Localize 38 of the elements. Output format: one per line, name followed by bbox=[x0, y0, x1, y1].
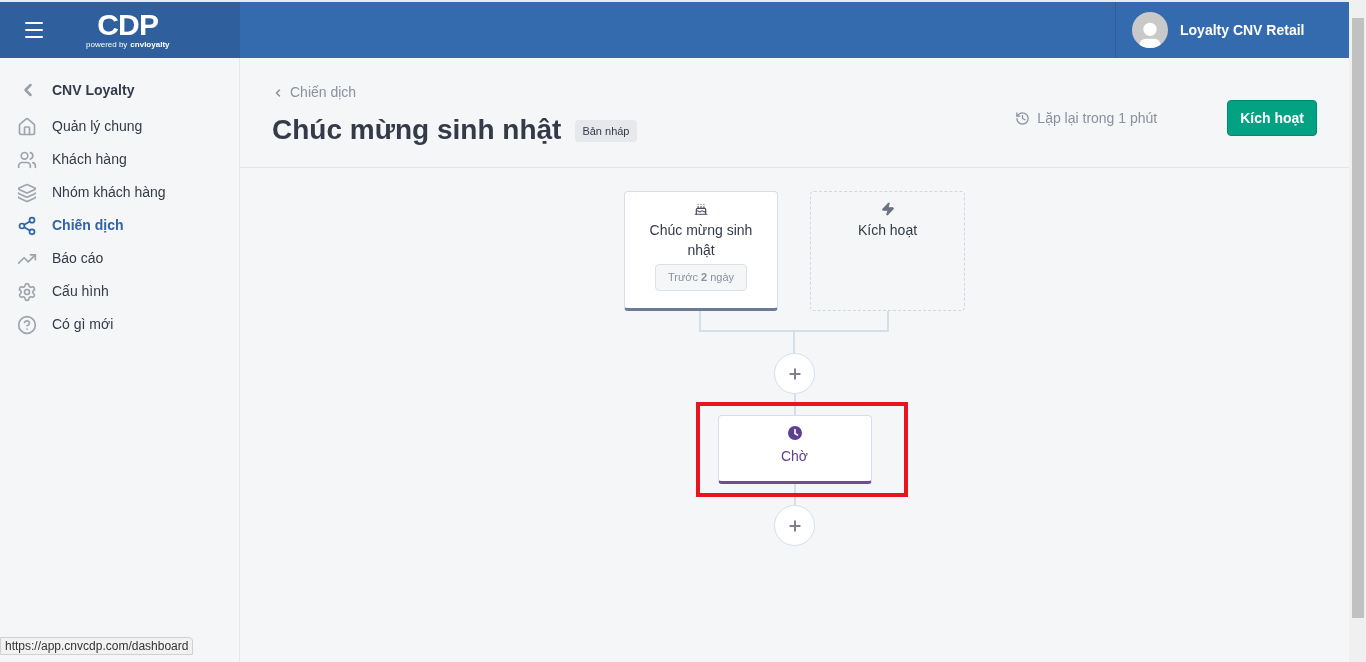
cake-icon bbox=[694, 202, 708, 216]
sidebar-title: CNV Loyalty bbox=[52, 80, 135, 100]
plus-icon bbox=[786, 365, 803, 382]
people-icon bbox=[17, 149, 37, 170]
house-icon bbox=[17, 116, 37, 137]
condition-tag: Trước 2 ngày bbox=[654, 264, 748, 291]
sidebar-item[interactable]: Quản lý chung bbox=[0, 110, 239, 143]
avatar[interactable] bbox=[1132, 12, 1168, 48]
autosave-text: Lặp lại trong 1 phút bbox=[1037, 108, 1158, 128]
user-name[interactable]: Loyalty CNV Retail bbox=[1180, 19, 1305, 41]
status-url: https://app.cnvcdp.com/dashboard bbox=[0, 637, 194, 655]
trigger-title: Chúc mừng sinh nhật bbox=[648, 221, 754, 260]
add-step-button[interactable] bbox=[774, 505, 815, 546]
sidebar-item[interactable]: Cấu hình bbox=[0, 275, 239, 308]
trigger-card[interactable]: Chúc mừng sinh nhật Trước 2 ngày bbox=[624, 191, 778, 311]
logo-brand: cnvloyalty bbox=[130, 40, 170, 50]
logo-text: CDP bbox=[97, 10, 159, 40]
logo-tagline: powered by bbox=[86, 40, 128, 50]
sidebar-item[interactable]: Báo cáo bbox=[0, 242, 239, 275]
lightning-icon bbox=[880, 202, 895, 216]
wait-step-card[interactable]: Chờ bbox=[717, 415, 872, 484]
sidebar-item[interactable]: Khách hàng bbox=[0, 143, 239, 176]
sidebar-item[interactable]: Chiến dịch bbox=[0, 209, 239, 242]
gear-icon bbox=[17, 281, 37, 302]
clock-icon bbox=[787, 426, 802, 440]
status-badge: Bản nháp bbox=[575, 119, 637, 143]
trigger-placeholder[interactable]: Kích hoạt bbox=[810, 191, 965, 311]
add-step-button[interactable] bbox=[774, 353, 815, 394]
page-title: Chúc mừng sinh nhật bbox=[272, 113, 562, 147]
share-icon bbox=[17, 215, 37, 236]
step-title: Chờ bbox=[780, 447, 809, 466]
sidebar-item[interactable]: Có gì mới bbox=[0, 308, 239, 341]
plus-icon bbox=[786, 517, 803, 534]
sidebar-item[interactable]: Nhóm khách hàng bbox=[0, 176, 239, 209]
trigger-title: Kích hoạt bbox=[857, 221, 918, 240]
question-icon bbox=[17, 314, 37, 335]
history-icon bbox=[1015, 110, 1031, 126]
layers-icon bbox=[17, 182, 37, 203]
